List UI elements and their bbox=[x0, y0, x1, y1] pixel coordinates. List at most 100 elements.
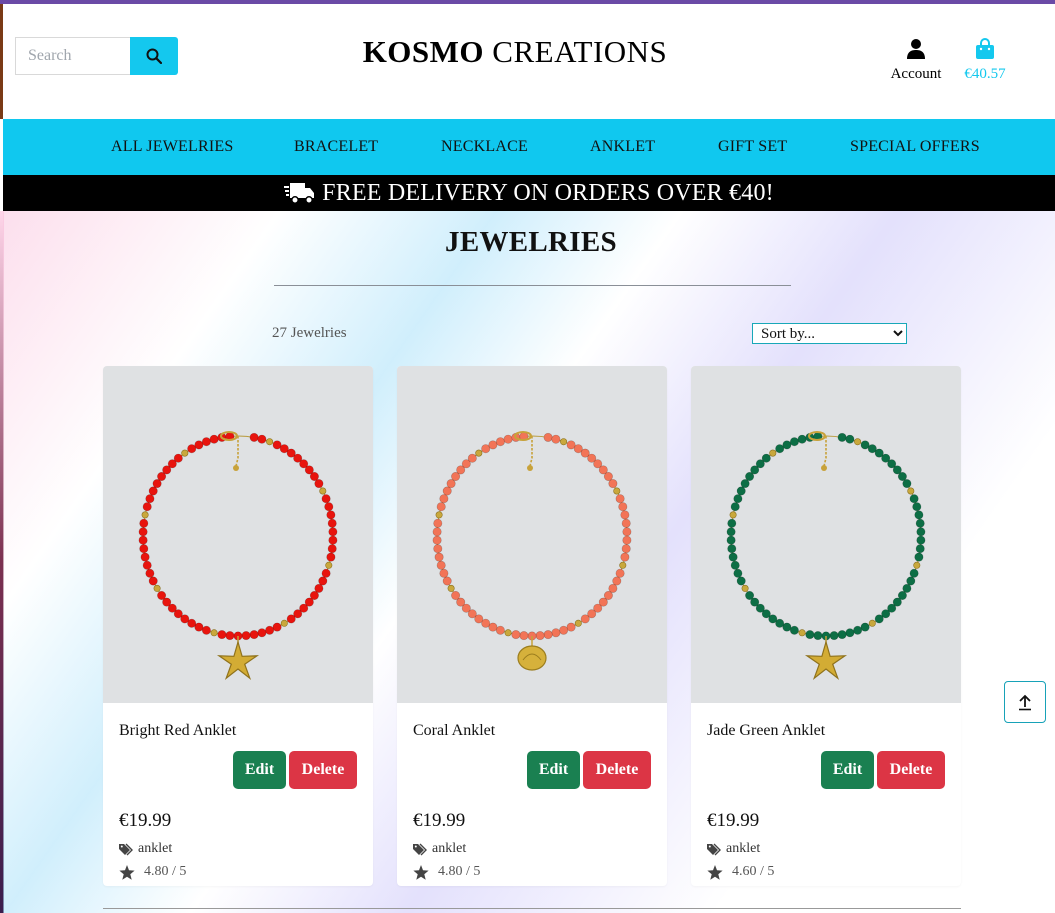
product-name[interactable]: Jade Green Anklet bbox=[707, 722, 825, 740]
nav-item-all-jewelries[interactable]: ALL JEWELRIES bbox=[111, 138, 233, 156]
bead bbox=[321, 494, 331, 504]
edit-button[interactable]: Edit bbox=[821, 751, 874, 789]
bead bbox=[730, 560, 740, 570]
gold-bead bbox=[447, 584, 455, 592]
bead bbox=[433, 544, 443, 554]
extension-chain bbox=[823, 436, 827, 467]
bead bbox=[914, 510, 924, 520]
gold-bead bbox=[913, 561, 921, 569]
search-input[interactable] bbox=[15, 37, 131, 75]
bead bbox=[326, 552, 336, 562]
gold-bead bbox=[210, 629, 218, 637]
product-name[interactable]: Coral Anklet bbox=[413, 722, 495, 740]
sort-select[interactable]: Sort by... bbox=[752, 323, 907, 344]
brand-rest: CREATIONS bbox=[492, 34, 668, 69]
bead bbox=[434, 552, 444, 562]
product-category[interactable]: anklet bbox=[707, 841, 760, 857]
gold-bead bbox=[141, 511, 149, 519]
bead bbox=[618, 502, 628, 512]
bead bbox=[543, 630, 553, 640]
bead bbox=[726, 527, 736, 537]
rating-value: 4.80 / 5 bbox=[438, 864, 481, 879]
bead bbox=[433, 518, 443, 528]
category-label: anklet bbox=[726, 841, 761, 856]
title-divider bbox=[274, 285, 791, 286]
bead bbox=[488, 440, 498, 450]
cart-link[interactable]: €40.57 bbox=[955, 38, 1015, 83]
nav-item-gift-set[interactable]: GIFT SET bbox=[718, 138, 787, 156]
product-name[interactable]: Bright Red Anklet bbox=[119, 722, 236, 740]
cart-total: €40.57 bbox=[964, 66, 1006, 82]
delete-button[interactable]: Delete bbox=[877, 751, 945, 789]
bead bbox=[249, 432, 259, 442]
bead bbox=[906, 576, 916, 586]
bead bbox=[139, 544, 149, 554]
product-image[interactable] bbox=[397, 366, 667, 703]
bead bbox=[789, 625, 799, 635]
product-card[interactable]: Bright Red Anklet Edit Delete €19.99 ank… bbox=[103, 366, 373, 886]
bead bbox=[439, 494, 449, 504]
star-icon bbox=[119, 864, 135, 880]
bead bbox=[620, 552, 630, 562]
delete-button[interactable]: Delete bbox=[583, 751, 651, 789]
product-category[interactable]: anklet bbox=[119, 841, 172, 857]
gold-bead bbox=[181, 449, 189, 457]
bead bbox=[782, 440, 792, 450]
product-image[interactable] bbox=[103, 366, 373, 703]
edit-button[interactable]: Edit bbox=[527, 751, 580, 789]
bead bbox=[909, 568, 919, 578]
gold-bead bbox=[574, 619, 582, 627]
bead bbox=[853, 625, 863, 635]
bead bbox=[789, 437, 799, 447]
product-rating: 4.80 / 5 bbox=[119, 864, 186, 880]
account-link[interactable]: Account bbox=[881, 38, 951, 83]
delivery-banner-text: FREE DELIVERY ON ORDERS OVER €40! bbox=[322, 179, 774, 206]
edit-button[interactable]: Edit bbox=[233, 751, 286, 789]
product-count: 27 Jewelries bbox=[272, 325, 347, 341]
gold-bead bbox=[741, 584, 749, 592]
bead bbox=[138, 527, 148, 537]
nav-item-special-offers[interactable]: SPECIAL OFFERS bbox=[850, 138, 980, 156]
product-card[interactable]: Coral Anklet Edit Delete €19.99 anklet 4… bbox=[397, 366, 667, 886]
bead bbox=[733, 494, 743, 504]
bead bbox=[257, 434, 267, 444]
bead bbox=[608, 479, 618, 489]
bead bbox=[442, 486, 452, 496]
brand-bold: KOSMO bbox=[362, 34, 485, 69]
brand-logo[interactable]: KOSMO CREATIONS bbox=[303, 34, 727, 70]
bead bbox=[914, 552, 924, 562]
gold-bead bbox=[475, 449, 483, 457]
anklet-photo-image bbox=[432, 431, 632, 671]
bead bbox=[845, 628, 855, 638]
category-label: anklet bbox=[138, 841, 173, 856]
product-card[interactable]: Jade Green Anklet Edit Delete €19.99 ank… bbox=[691, 366, 961, 886]
back-to-top-button[interactable] bbox=[1004, 681, 1046, 723]
bead bbox=[902, 479, 912, 489]
bead bbox=[736, 576, 746, 586]
search-button[interactable] bbox=[130, 37, 178, 75]
bead bbox=[442, 576, 452, 586]
delete-button[interactable]: Delete bbox=[289, 751, 357, 789]
page-title: JEWELRIES bbox=[445, 226, 617, 258]
bead bbox=[265, 625, 275, 635]
nav-item-necklace[interactable]: NECKLACE bbox=[441, 138, 528, 156]
bead bbox=[621, 544, 631, 554]
bead bbox=[909, 494, 919, 504]
bead bbox=[837, 630, 847, 640]
bead bbox=[860, 622, 870, 632]
product-image[interactable] bbox=[691, 366, 961, 703]
nav-item-anklet[interactable]: ANKLET bbox=[590, 138, 655, 156]
bead bbox=[916, 527, 926, 537]
site-header: KOSMO CREATIONS Account €40.57 bbox=[3, 4, 1055, 119]
bead bbox=[209, 434, 219, 444]
product-category[interactable]: anklet bbox=[413, 841, 466, 857]
bead bbox=[327, 544, 337, 554]
rating-value: 4.80 / 5 bbox=[144, 864, 187, 879]
bead bbox=[733, 568, 743, 578]
bead bbox=[286, 614, 296, 624]
bead bbox=[622, 527, 632, 537]
bead bbox=[148, 576, 158, 586]
bead bbox=[314, 479, 324, 489]
nav-item-bracelet[interactable]: BRACELET bbox=[294, 138, 378, 156]
extension-chain bbox=[235, 436, 239, 467]
